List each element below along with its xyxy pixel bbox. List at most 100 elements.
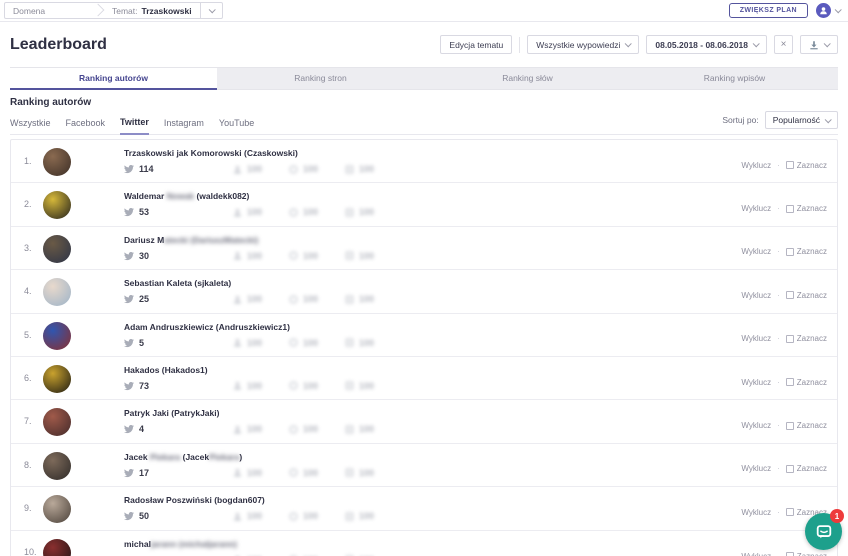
topic-selector[interactable]: Domena Temat: Trzaskowski [4, 2, 223, 19]
select-checkbox[interactable] [786, 291, 794, 299]
locked-stat-posts: 100 [345, 424, 401, 434]
circle-icon [289, 251, 298, 260]
locked-stat-value: 100 [247, 338, 262, 348]
avatar-cell [43, 148, 124, 176]
select-checkbox[interactable] [786, 161, 794, 169]
select-checkbox[interactable] [786, 335, 794, 343]
export-button[interactable] [800, 35, 838, 54]
author-name[interactable]: Radosław Poszwiński (bogdan607) [124, 495, 741, 505]
chat-widget-button[interactable]: 1 [805, 513, 842, 550]
topic-segment[interactable]: Temat: Trzaskowski [102, 3, 200, 18]
date-range-dropdown[interactable]: 08.05.2018 - 08.06.2018 [646, 35, 767, 54]
select-author-control[interactable]: Zaznacz [786, 291, 827, 300]
locked-stat-value: 100 [359, 424, 374, 434]
select-checkbox[interactable] [786, 378, 794, 386]
author-name-segment: Trzaskowski jak Komorowski (Czaskowski) [124, 148, 298, 158]
platform-tab-youtube[interactable]: YouTube [219, 118, 254, 134]
author-avatar[interactable] [43, 408, 71, 436]
mentions-filter-dropdown[interactable]: Wszystkie wypowiedzi [527, 35, 639, 54]
author-avatar[interactable] [43, 539, 71, 556]
upgrade-plan-button[interactable]: ZWIĘKSZ PLAN [729, 3, 808, 18]
user-menu[interactable] [816, 3, 840, 18]
select-checkbox[interactable] [786, 248, 794, 256]
edit-topic-button[interactable]: Edycja tematu [440, 35, 512, 54]
select-author-control[interactable]: Zaznacz [786, 378, 827, 387]
select-checkbox[interactable] [786, 465, 794, 473]
select-author-control[interactable]: Zaznacz [786, 247, 827, 256]
exclude-link[interactable]: Wyklucz [741, 421, 771, 430]
author-name[interactable]: Patryk Jaki (PatrykJaki) [124, 408, 741, 418]
platform-tab-facebook[interactable]: Facebook [66, 118, 106, 134]
select-author-control[interactable]: Zaznacz [786, 552, 827, 556]
locked-stat-value: 100 [247, 251, 262, 261]
author-name[interactable]: Adam Andruszkiewicz (Andruszkiewicz1) [124, 322, 741, 332]
locked-stat-value: 100 [303, 511, 318, 521]
dot-separator: · [777, 421, 780, 430]
select-label: Zaznacz [797, 464, 827, 473]
author-name[interactable]: michaljarann (michaljarann) [124, 539, 741, 549]
select-checkbox[interactable] [786, 205, 794, 213]
author-name[interactable]: Waldemar Nowak (waldekk082) [124, 191, 741, 201]
platform-tab-instagram[interactable]: Instagram [164, 118, 204, 134]
exclude-link[interactable]: Wyklucz [741, 334, 771, 343]
document-icon [345, 295, 354, 304]
exclude-link[interactable]: Wyklucz [741, 291, 771, 300]
chevron-down-icon [753, 40, 760, 47]
locked-stat-reach: 100 [289, 207, 345, 217]
exclude-link[interactable]: Wyklucz [741, 378, 771, 387]
domain-segment[interactable]: Domena [5, 3, 93, 18]
document-icon [345, 208, 354, 217]
select-author-control[interactable]: Zaznacz [786, 204, 827, 213]
platform-tab-wszystkie[interactable]: Wszystkie [10, 118, 51, 134]
circle-icon [289, 338, 298, 347]
author-name[interactable]: Dariusz Matecki (DariuszMatecki) [124, 235, 741, 245]
tab-ranking-wpisow[interactable]: Ranking wpisów [631, 68, 838, 90]
author-avatar[interactable] [43, 278, 71, 306]
author-row: 10. michaljarann (michaljarann) 91 [11, 531, 837, 556]
tab-ranking-stron[interactable]: Ranking stron [217, 68, 424, 90]
select-author-control[interactable]: Zaznacz [786, 334, 827, 343]
circle-icon [289, 512, 298, 521]
author-name[interactable]: Sebastian Kaleta (sjkaleta) [124, 278, 741, 288]
select-author-control[interactable]: Zaznacz [786, 161, 827, 170]
author-name[interactable]: Jacek Piekara (JacekPiekara) [124, 452, 741, 462]
author-avatar[interactable] [43, 495, 71, 523]
author-name[interactable]: Trzaskowski jak Komorowski (Czaskowski) [124, 148, 741, 158]
author-avatar[interactable] [43, 235, 71, 263]
person-icon [233, 251, 242, 260]
select-author-control[interactable]: Zaznacz [786, 421, 827, 430]
author-avatar[interactable] [43, 452, 71, 480]
author-avatar[interactable] [43, 322, 71, 350]
author-name[interactable]: Hakados (Hakados1) [124, 365, 741, 375]
author-row: 1. Trzaskowski jak Komorowski (Czaskowsk… [11, 140, 837, 183]
exclude-link[interactable]: Wyklucz [741, 161, 771, 170]
tab-ranking-autorow[interactable]: Ranking autorów [10, 68, 217, 90]
exclude-link[interactable]: Wyklucz [741, 247, 771, 256]
tab-ranking-slow[interactable]: Ranking słów [424, 68, 631, 90]
select-checkbox[interactable] [786, 422, 794, 430]
circle-icon [289, 425, 298, 434]
locked-stat-reach: 100 [289, 338, 345, 348]
user-avatar[interactable] [816, 3, 831, 18]
platform-tab-twitter[interactable]: Twitter [120, 117, 149, 135]
author-avatar[interactable] [43, 191, 71, 219]
rank-number: 1. [11, 148, 43, 166]
select-checkbox[interactable] [786, 552, 794, 556]
exclude-link[interactable]: Wyklucz [741, 204, 771, 213]
author-avatar[interactable] [43, 148, 71, 176]
exclude-link[interactable]: Wyklucz [741, 552, 771, 556]
author-name-segment: (waldekk082) [194, 191, 249, 201]
avatar-cell [43, 322, 124, 350]
author-avatar[interactable] [43, 365, 71, 393]
circle-icon [289, 295, 298, 304]
author-name-blurred-segment: jarann (michaljarann) [151, 539, 237, 549]
exclude-link[interactable]: Wyklucz [741, 464, 771, 473]
mention-count-value: 50 [139, 511, 149, 521]
person-icon [233, 208, 242, 217]
clear-date-button[interactable]: × [774, 35, 793, 54]
exclude-link[interactable]: Wyklucz [741, 508, 771, 517]
select-checkbox[interactable] [786, 508, 794, 516]
select-author-control[interactable]: Zaznacz [786, 464, 827, 473]
sort-dropdown[interactable]: Popularność [765, 111, 838, 129]
topic-dropdown-toggle[interactable] [200, 3, 222, 18]
